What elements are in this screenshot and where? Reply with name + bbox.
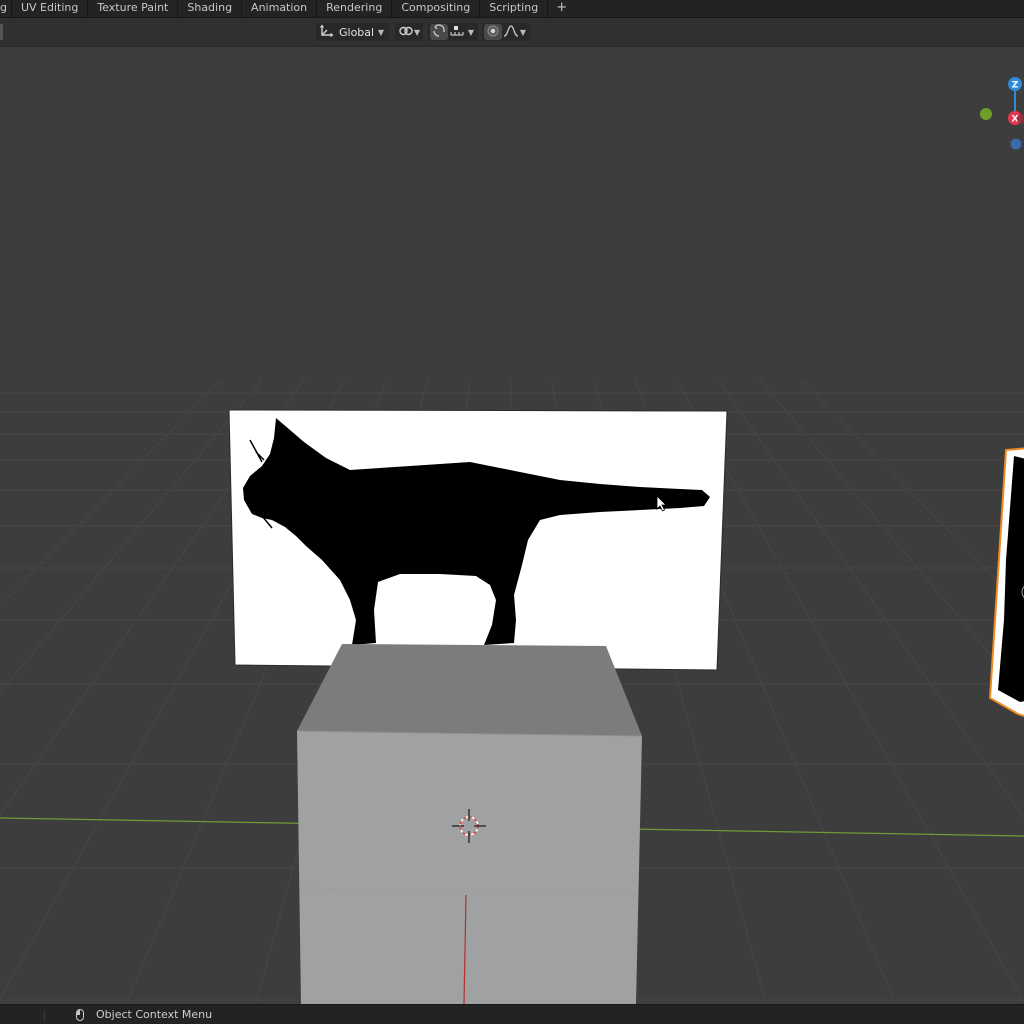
- cube-front-face: [297, 731, 642, 1004]
- snap-target-dropdown[interactable]: [448, 24, 466, 40]
- tab-texture-paint[interactable]: Texture Paint: [88, 0, 179, 17]
- transform-orientation-dropdown[interactable]: Global ▼: [316, 23, 389, 41]
- viewport-scene: Z X: [0, 47, 1024, 1004]
- snap-toggle-button[interactable]: [430, 23, 448, 41]
- tab-uv-editing[interactable]: UV Editing: [12, 0, 89, 17]
- transform-pivot-dropdown[interactable]: ▼: [395, 23, 423, 41]
- proportional-circle-icon: [486, 24, 500, 41]
- gizmo-neg-z-icon[interactable]: [1010, 138, 1022, 150]
- 3d-viewport[interactable]: Z X: [0, 47, 1024, 1004]
- cube-top-face: [297, 644, 642, 736]
- mouse-right-click-icon: [76, 1009, 84, 1021]
- cat-reference-plane[interactable]: [228, 409, 728, 671]
- magnet-icon: [432, 23, 446, 41]
- snap-increment-icon: [449, 24, 465, 41]
- cube[interactable]: [296, 644, 643, 1004]
- proportional-falloff-dropdown[interactable]: [502, 24, 520, 40]
- chevron-down-icon[interactable]: ▼: [468, 28, 474, 37]
- falloff-curve-icon: [503, 24, 519, 41]
- chevron-down-icon: ▼: [377, 27, 384, 37]
- tab-layout-partial[interactable]: g: [0, 0, 12, 17]
- gizmo-y-icon[interactable]: [980, 108, 992, 120]
- tab-rendering[interactable]: Rendering: [317, 0, 393, 17]
- snap-controls: ▼: [428, 23, 478, 41]
- gizmo-z-label: Z: [1012, 81, 1019, 91]
- header-collapse-handle[interactable]: [0, 24, 3, 40]
- status-bar-divider: [0, 1010, 45, 1022]
- chevron-down-icon: ▼: [414, 27, 421, 37]
- status-bar: Object Context Menu: [0, 1004, 1024, 1024]
- viewport-header: Global ▼ ▼ ▼ ▼: [0, 18, 1024, 47]
- chevron-down-icon[interactable]: ▼: [520, 28, 526, 37]
- blender-window: g UV Editing Texture Paint Shading Anima…: [0, 0, 1024, 1024]
- tab-compositing[interactable]: Compositing: [392, 0, 481, 17]
- tab-shading[interactable]: Shading: [178, 0, 243, 17]
- workspace-tabs-bar: g UV Editing Texture Paint Shading Anima…: [0, 0, 1024, 18]
- tab-scripting[interactable]: Scripting: [480, 0, 549, 17]
- status-hint-text: Object Context Menu: [96, 1008, 213, 1021]
- orientation-axes-icon: [319, 24, 335, 41]
- proportional-editing-toggle[interactable]: [484, 24, 502, 40]
- tab-animation[interactable]: Animation: [242, 0, 318, 17]
- add-workspace-button[interactable]: +: [548, 0, 575, 17]
- proportional-editing-controls: ▼: [482, 23, 530, 41]
- pivot-link-icon: [398, 24, 414, 41]
- transform-orientation-value: Global: [339, 25, 375, 39]
